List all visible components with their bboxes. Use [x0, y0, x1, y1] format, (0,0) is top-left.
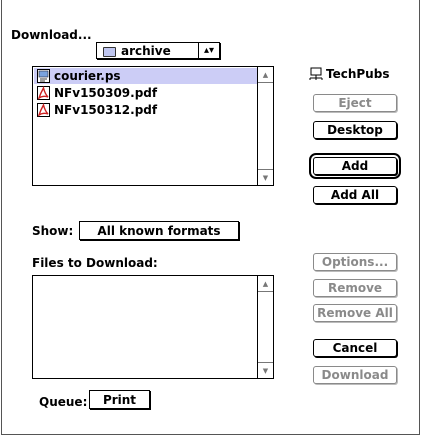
show-label: Show:	[32, 224, 74, 238]
eject-button[interactable]: Eject	[313, 94, 397, 112]
files-to-download-list[interactable]: ▲ ▼	[32, 275, 274, 379]
show-format-popup[interactable]: All known formats	[79, 221, 239, 240]
file-list-scrollbar[interactable]: ▲ ▼	[257, 67, 273, 185]
options-button[interactable]: Options...	[313, 253, 397, 271]
postscript-file-icon	[37, 69, 50, 83]
pdf-file-icon	[37, 102, 50, 117]
queue-label: Queue:	[39, 395, 88, 409]
pdf-file-icon	[37, 85, 50, 100]
queue-popup[interactable]: Print	[89, 390, 150, 409]
file-name: courier.ps	[54, 69, 121, 83]
download-dialog: Download... archive ▴▾ courier.ps NFv150…	[1, 0, 420, 435]
volume-name: TechPubs	[326, 67, 390, 81]
queue-value: Print	[102, 392, 137, 407]
show-format-value: All known formats	[97, 223, 221, 238]
dialog-title: Download...	[11, 28, 92, 42]
volume-label: TechPubs	[308, 67, 389, 81]
list-item-nfv150312-pdf[interactable]: NFv150312.pdf	[34, 102, 257, 118]
popup-arrows-icon: ▴▾	[198, 43, 219, 58]
add-all-button[interactable]: Add All	[313, 186, 397, 204]
list-item-nfv150309-pdf[interactable]: NFv150309.pdf	[34, 85, 257, 101]
remove-button[interactable]: Remove	[313, 279, 397, 297]
scroll-up-arrow-icon[interactable]: ▲	[258, 276, 273, 292]
download-button[interactable]: Download	[313, 366, 397, 384]
scroll-up-arrow-icon[interactable]: ▲	[258, 67, 273, 83]
folder-popup-menu[interactable]: archive ▴▾	[96, 42, 220, 59]
remove-all-button[interactable]: Remove All	[313, 304, 397, 322]
download-list-scrollbar[interactable]: ▲ ▼	[257, 276, 273, 378]
folder-icon	[103, 45, 117, 57]
add-button[interactable]: Add	[309, 153, 401, 179]
file-list[interactable]: courier.ps NFv150309.pdf NFv150312.pdf ▲	[32, 66, 274, 186]
scroll-down-arrow-icon[interactable]: ▼	[258, 362, 273, 378]
cancel-button[interactable]: Cancel	[313, 339, 397, 357]
file-name: NFv150312.pdf	[54, 103, 158, 117]
list-item-courier-ps[interactable]: courier.ps	[34, 68, 257, 84]
files-to-download-label: Files to Download:	[32, 256, 158, 270]
file-name: NFv150309.pdf	[54, 86, 158, 100]
folder-popup-label: archive	[121, 43, 171, 58]
desktop-button[interactable]: Desktop	[313, 121, 397, 139]
scroll-down-arrow-icon[interactable]: ▼	[258, 169, 273, 185]
network-volume-icon	[308, 67, 324, 81]
